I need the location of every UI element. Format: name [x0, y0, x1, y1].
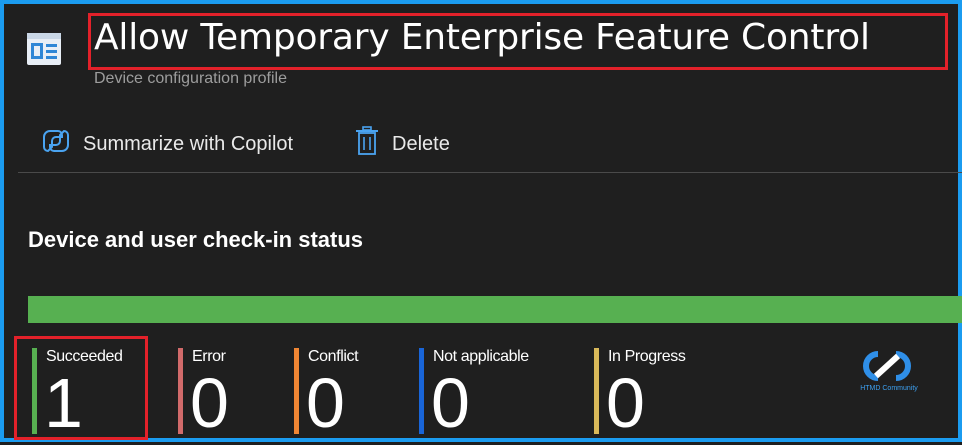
copilot-icon: [41, 126, 71, 162]
configuration-profile-panel: Allow Temporary Enterprise Feature Contr…: [0, 0, 962, 442]
profile-icon: [26, 29, 62, 69]
checkin-status-bar-fill: [28, 296, 962, 323]
copilot-button-label: Summarize with Copilot: [83, 132, 294, 155]
page-title: Allow Temporary Enterprise Feature Contr…: [94, 17, 870, 58]
counter-color-bar: [294, 348, 299, 434]
counter-value: 0: [306, 364, 345, 442]
watermark-text: HTMD Community: [860, 385, 918, 392]
counter-value: 1: [44, 364, 83, 442]
counter-value: 0: [606, 364, 645, 442]
counter-value: 0: [190, 364, 229, 442]
checkin-status-title: Device and user check-in status: [28, 227, 364, 252]
checkin-status-bar: [28, 296, 962, 323]
summarize-with-copilot-button[interactable]: Summarize with Copilot: [41, 127, 293, 161]
counter-color-bar: [178, 348, 183, 434]
counter-value: 0: [431, 364, 470, 442]
delete-button[interactable]: Delete: [354, 126, 450, 162]
delete-button-label: Delete: [392, 132, 450, 155]
page-subtitle: Device configuration profile: [94, 70, 287, 87]
counter-color-bar: [419, 348, 424, 434]
toolbar-divider: [18, 172, 962, 173]
trash-icon: [354, 126, 380, 162]
counter-color-bar: [32, 348, 37, 434]
counter-color-bar: [594, 348, 599, 434]
